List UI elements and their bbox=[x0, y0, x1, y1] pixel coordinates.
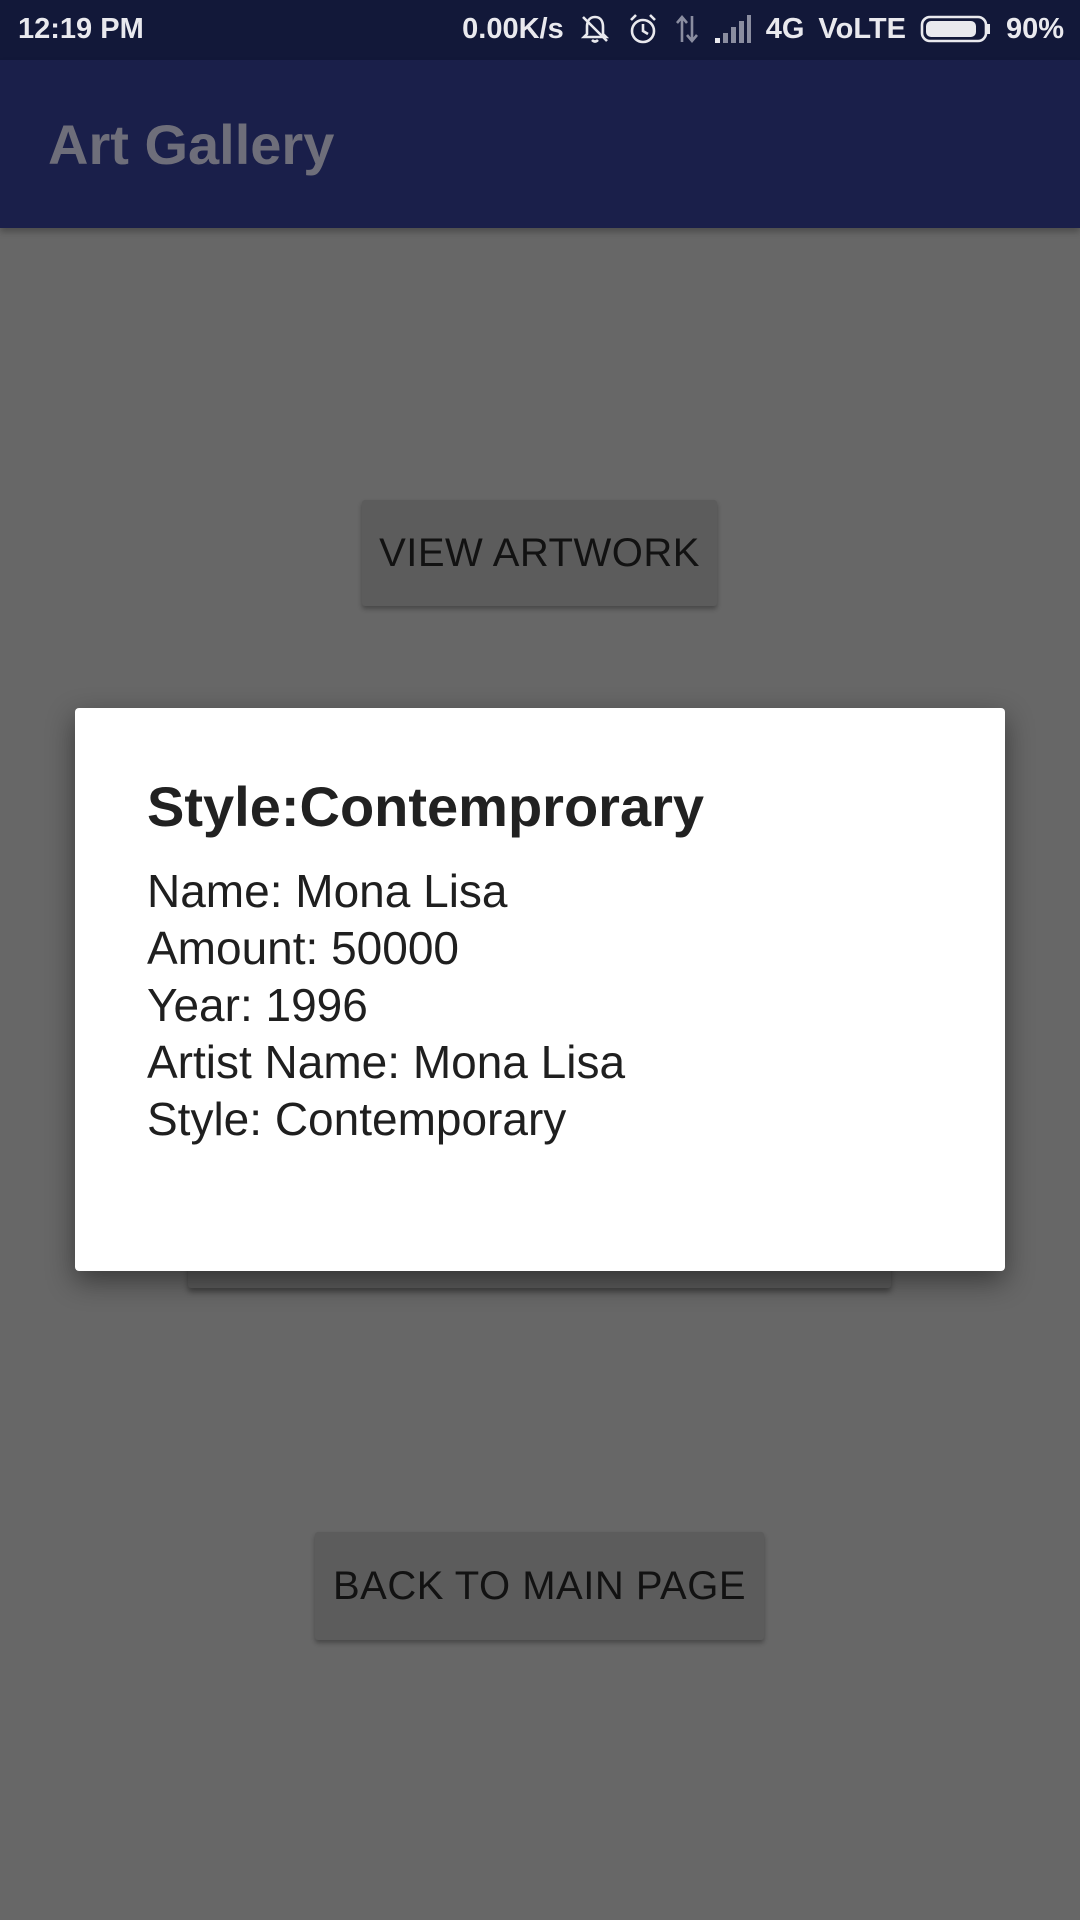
artwork-name-line: Name: Mona Lisa bbox=[147, 865, 508, 917]
artwork-amount-line: Amount: 50000 bbox=[147, 922, 460, 974]
status-time: 12:19 PM bbox=[18, 13, 144, 45]
net-speed: 0.00K/s bbox=[462, 12, 564, 45]
artist-name-line: Artist Name: Mona Lisa bbox=[147, 1036, 626, 1088]
app-title: Art Gallery bbox=[48, 113, 335, 176]
app-bar: Art Gallery bbox=[0, 60, 1080, 228]
battery-icon bbox=[920, 14, 992, 44]
status-icons: 0.00K/s 4G VoLTE 90% bbox=[462, 12, 1064, 46]
battery-percent: 90% bbox=[1005, 12, 1064, 45]
back-to-main-page-button[interactable]: BACK TO MAIN PAGE bbox=[315, 1532, 764, 1640]
artwork-details-dialog: Style:Contemprorary Name: Mona Lisa Amou… bbox=[75, 708, 1005, 1271]
screen: 12:19 PM 0.00K/s 4G VoLTE 90% Art Galler… bbox=[0, 0, 1080, 1920]
data-arrows-icon bbox=[674, 12, 700, 46]
volte-label: VoLTE bbox=[818, 12, 906, 45]
network-type: 4G bbox=[765, 12, 805, 45]
signal-icon bbox=[714, 14, 752, 44]
view-artwork-button[interactable]: VIEW ARTWORK bbox=[362, 500, 717, 606]
dialog-title: Style:Contemprorary bbox=[147, 775, 705, 838]
status-bar: 12:19 PM 0.00K/s 4G VoLTE 90% bbox=[0, 0, 1080, 60]
dialog-message: Name: Mona Lisa Amount: 50000 Year: 1996… bbox=[147, 863, 933, 1148]
artwork-style-line: Style: Contemporary bbox=[147, 1093, 567, 1145]
artwork-year-line: Year: 1996 bbox=[147, 979, 368, 1031]
mute-bell-icon bbox=[578, 12, 612, 46]
alarm-icon bbox=[626, 12, 660, 46]
